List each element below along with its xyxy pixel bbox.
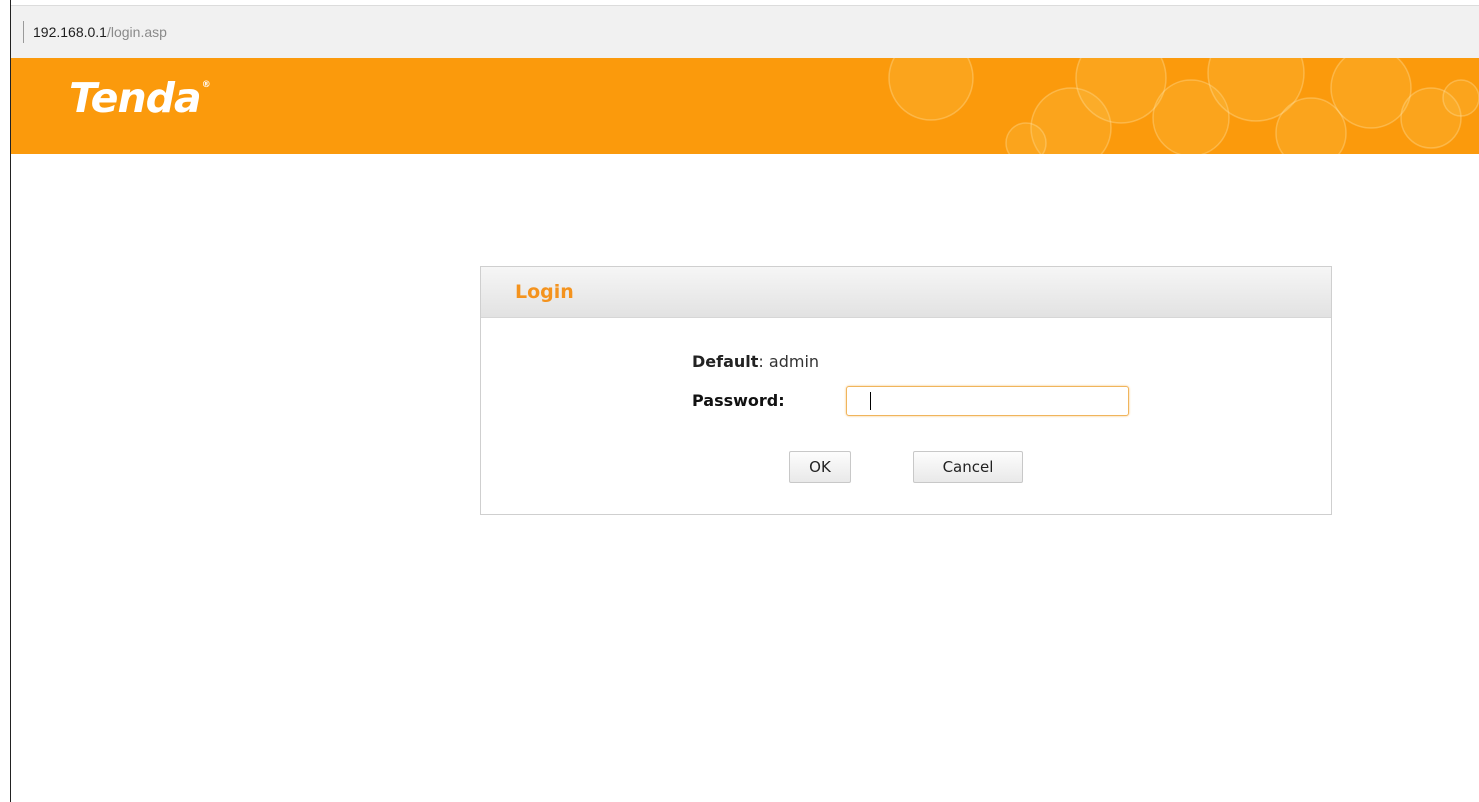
default-separator: : [758, 352, 764, 371]
password-label: Password: [692, 391, 785, 410]
cancel-button[interactable]: Cancel [913, 451, 1023, 483]
password-input[interactable] [846, 386, 1129, 416]
ok-button[interactable]: OK [789, 451, 851, 483]
login-title: Login [515, 281, 574, 303]
url-path: /login.asp [106, 24, 167, 40]
bokeh-decoration [888, 58, 1479, 154]
default-value: admin [768, 352, 820, 371]
browser-page: 192.168.0.1/login.asp Tenda® Login Defau… [0, 0, 1479, 802]
login-header: Login [481, 267, 1331, 318]
logo-registered-mark: ® [201, 80, 211, 90]
address-bar[interactable]: 192.168.0.1/login.asp [11, 5, 1479, 58]
url-host: 192.168.0.1 [33, 24, 107, 40]
default-label: Default [692, 352, 759, 371]
address-divider [23, 21, 24, 43]
url-text[interactable]: 192.168.0.1/login.asp [33, 24, 167, 40]
logo-text: Tenda [69, 74, 202, 122]
text-caret [870, 392, 871, 410]
brand-header: Tenda® [11, 58, 1479, 154]
default-hint: Default: admin [692, 352, 819, 371]
login-panel: Login Default: admin Password: OK Cancel [480, 266, 1332, 515]
tenda-logo: Tenda® [69, 74, 211, 122]
